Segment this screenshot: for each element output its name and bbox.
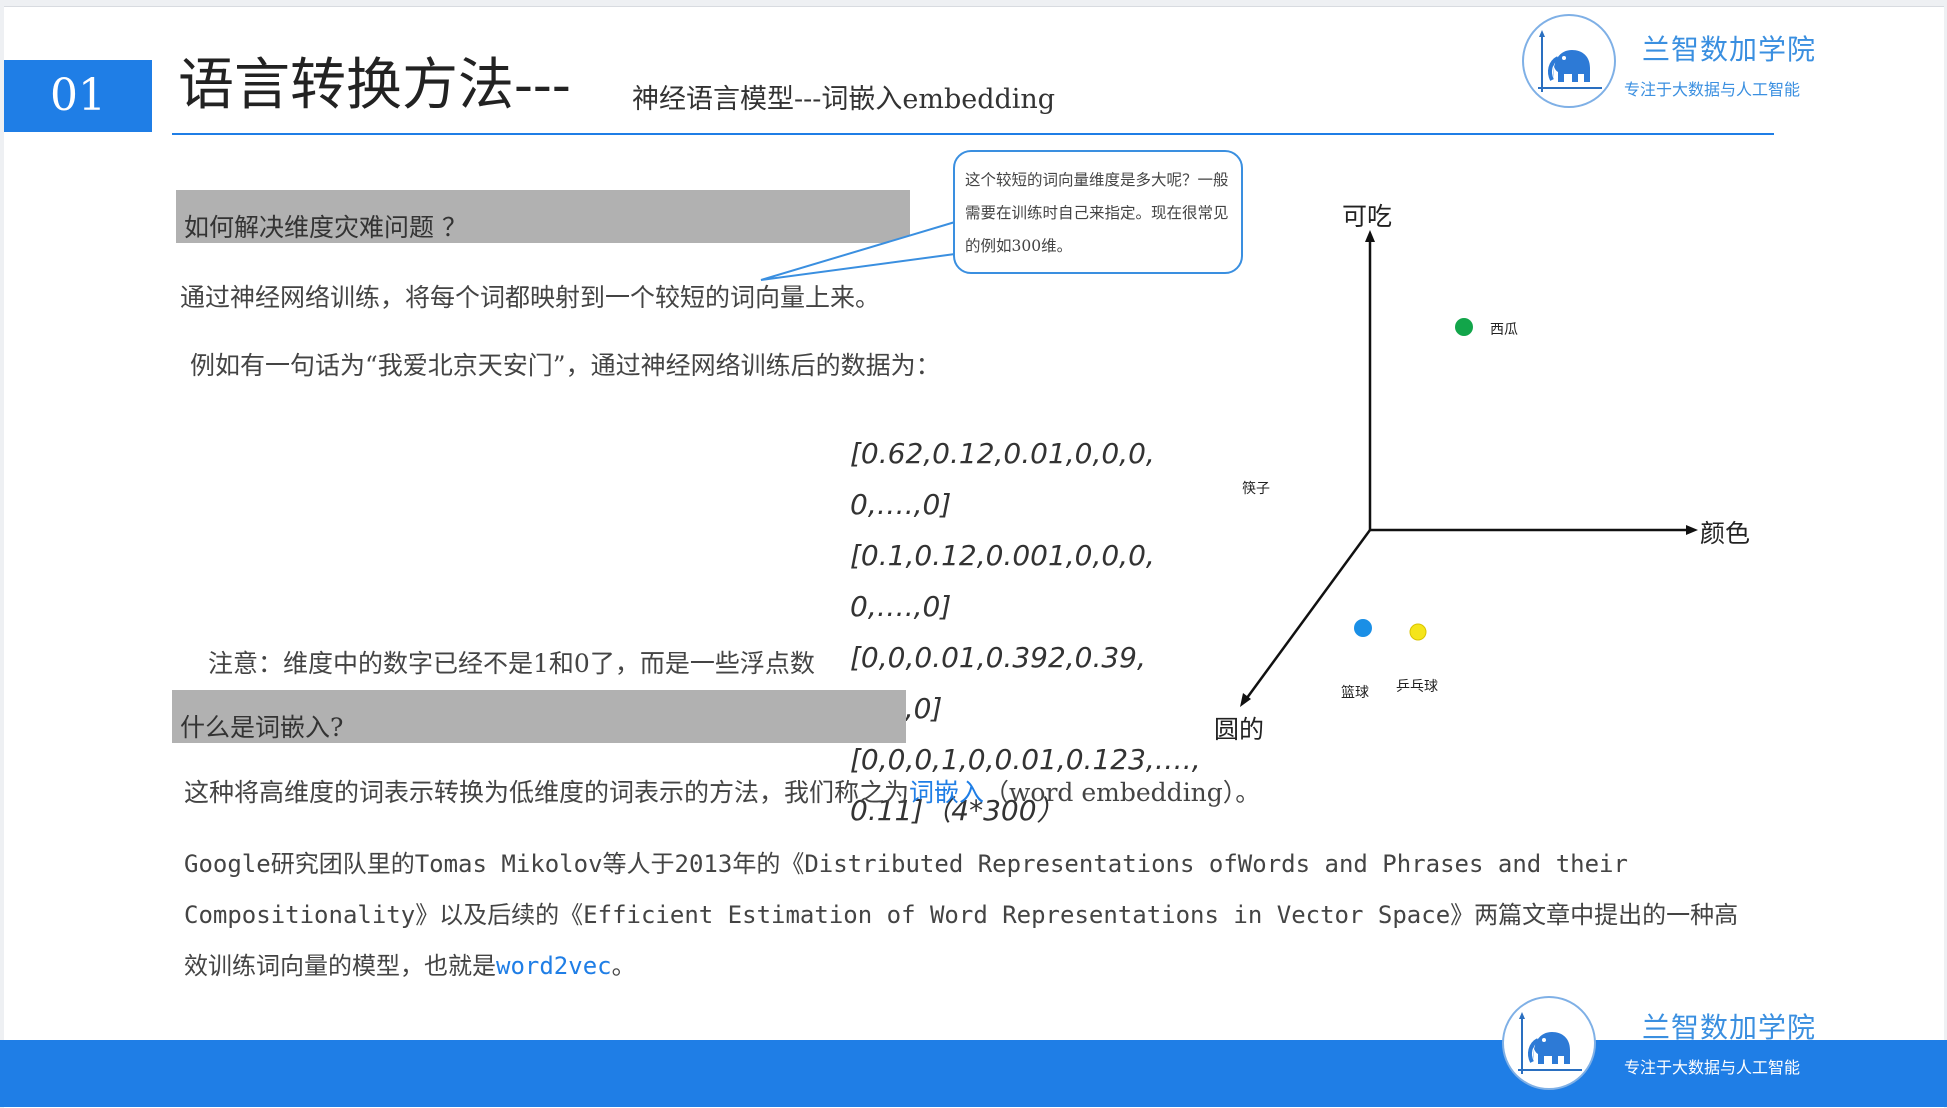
definition-text: 这种将高维度的词表示转换为低维度的词表示的方法，我们称之为 <box>184 778 910 807</box>
paragraph-line-2: Compositionality》以及后续的《Efficient Estimat… <box>184 901 1739 929</box>
slide-number: 01 <box>4 60 152 132</box>
point-pingpong <box>1409 623 1427 641</box>
point-label-basketball: 篮球 <box>1341 685 1369 701</box>
vector-line: 0,….,0] <box>850 488 952 521</box>
point-label-pingpong: 乒乓球 <box>1396 679 1438 695</box>
brand-tagline-top: 专注于大数据与人工智能 <box>1624 80 1801 99</box>
title-divider <box>172 133 1774 135</box>
section-heading: 如何解决维度灾难问题 ？ <box>184 213 467 242</box>
point-label-watermelon: 西瓜 <box>1490 322 1518 338</box>
paragraph-line-3-end: 。 <box>611 952 636 980</box>
elephant-icon <box>1522 14 1616 108</box>
vector-line: [0,0,0.01,0.392,0.39, <box>850 641 1146 674</box>
point-watermelon <box>1455 318 1473 336</box>
x-axis-arrow <box>1686 525 1698 535</box>
term-word2vec: word2vec <box>496 952 612 980</box>
brand-name-top: 兰智数加学院 <box>1642 33 1817 66</box>
paragraph-line-3-text: 效训练词向量的模型，也就是 <box>184 952 496 980</box>
paragraph-line-3: 效训练词向量的模型，也就是word2vec。 <box>184 946 636 981</box>
vector-line: [0.1,0.12,0.001,0,0,0, <box>850 539 1155 572</box>
brand-name-bottom: 兰智数加学院 <box>1642 1011 1817 1044</box>
vector-line: [0.62,0.12,0.01,0,0,0, <box>850 437 1155 470</box>
section2-heading: 什么是词嵌入? <box>180 713 344 742</box>
embedding-definition: 这种将高维度的词表示转换为低维度的词表示的方法，我们称之为词嵌入（word em… <box>184 773 1260 809</box>
vector-line: 0,….,0] <box>850 590 952 623</box>
paragraph-line-1: Google研究团队里的Tomas Mikolov等人于2013年的《Distr… <box>184 850 1628 878</box>
embedding-axes-diagram <box>1240 230 1698 707</box>
body-line-2: 例如有一句话为“我爱北京天安门”，通过神经网络训练后的数据为： <box>190 351 941 380</box>
term-word-embedding: 词嵌入 <box>909 778 985 807</box>
note-line: 注意：维度中的数字已经不是1和0了，而是一些浮点数 <box>208 649 815 678</box>
axis-label-round: 圆的 <box>1214 715 1265 744</box>
page-title: 语言转换方法--- <box>178 53 571 118</box>
point-basketball <box>1354 619 1372 637</box>
brand-tagline-bottom: 专注于大数据与人工智能 <box>1624 1058 1801 1077</box>
z-axis <box>1242 529 1372 703</box>
elephant-icon <box>1502 996 1596 1090</box>
point-label-chopsticks: 筷子 <box>1242 481 1270 497</box>
definition-suffix: （word embedding）。 <box>984 778 1261 807</box>
axis-label-color: 颜色 <box>1700 519 1751 548</box>
axis-label-edible: 可吃 <box>1342 202 1393 231</box>
page-subtitle: 神经语言模型---词嵌入embedding <box>632 84 1056 115</box>
